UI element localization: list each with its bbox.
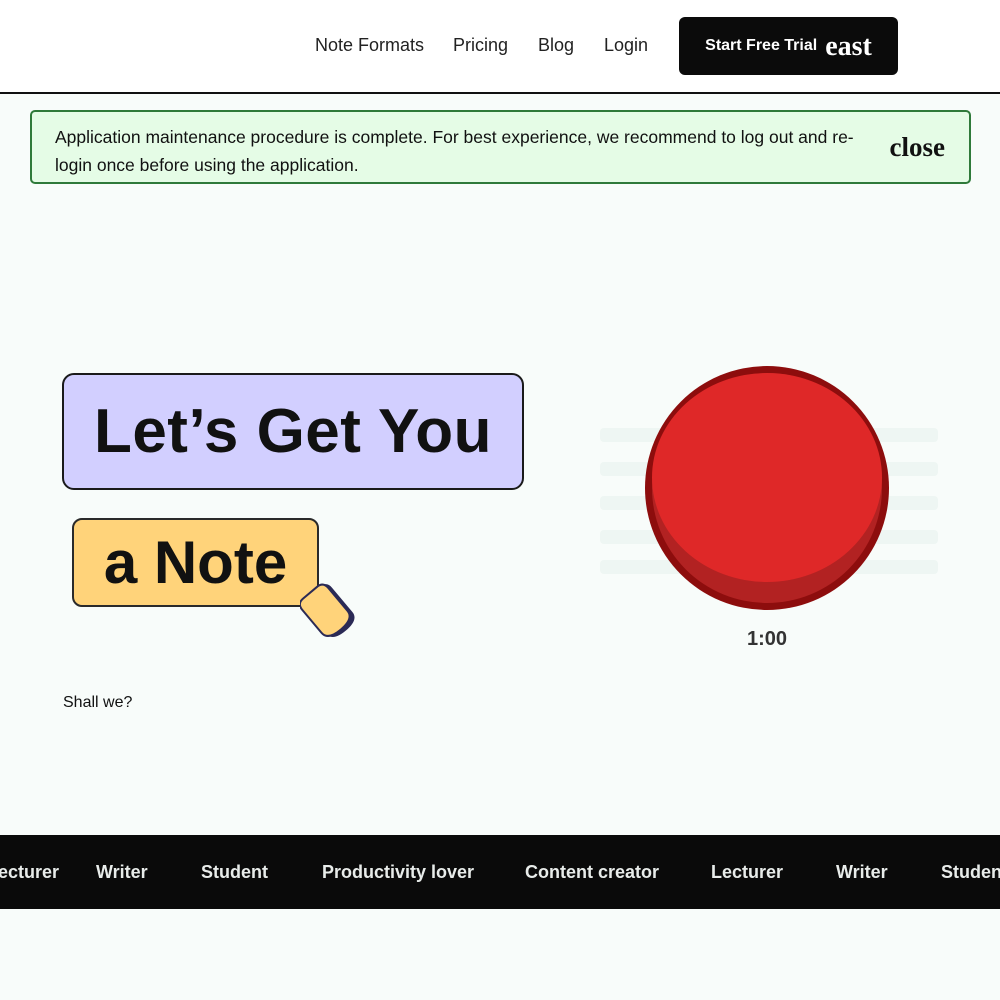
hero-headline-line2: a Note [103, 529, 288, 596]
marquee-item: Student [941, 862, 1000, 882]
audience-marquee: Lecturer Writer Student Productivity lov… [0, 835, 1000, 909]
site-header: Note Formats Pricing Blog Login Start Fr… [0, 0, 1000, 94]
record-button-face [652, 373, 882, 582]
marquee-item: Writer [836, 862, 888, 882]
nav-blog[interactable]: Blog [538, 34, 574, 56]
nav-note-formats[interactable]: Note Formats [315, 34, 424, 56]
cursor-pointer-icon [300, 583, 355, 638]
nav-login[interactable]: Login [604, 34, 648, 56]
start-free-trial-label: Start Free Trial [705, 37, 818, 54]
record-button[interactable] [645, 366, 889, 610]
nav-pricing[interactable]: Pricing [453, 34, 508, 56]
hero-headline-line1: Let’s Get You [93, 397, 493, 466]
maintenance-notice: Application maintenance procedure is com… [30, 110, 971, 184]
notice-message: Application maintenance procedure is com… [55, 127, 854, 175]
arrow-right-icon: east [825, 31, 872, 62]
marquee-item: Writer [96, 862, 148, 882]
close-icon[interactable]: close [890, 132, 945, 163]
hero-headline-box: Let’s Get You [62, 373, 524, 490]
recording-timer: 1:00 [746, 628, 788, 650]
marquee-item: Lecturer [711, 862, 784, 882]
marquee-item: Productivity lover [322, 862, 475, 882]
hero-subline: Shall we? [63, 694, 133, 711]
hero-headline-box-2: a Note [72, 518, 319, 607]
marquee-track: Lecturer Writer Student Productivity lov… [0, 835, 1000, 909]
marquee-item: Student [201, 862, 268, 882]
marquee-item: Content creator [525, 862, 660, 882]
start-free-trial-button[interactable]: Start Free Trial east [679, 17, 898, 75]
marquee-item: Lecturer [0, 862, 60, 882]
